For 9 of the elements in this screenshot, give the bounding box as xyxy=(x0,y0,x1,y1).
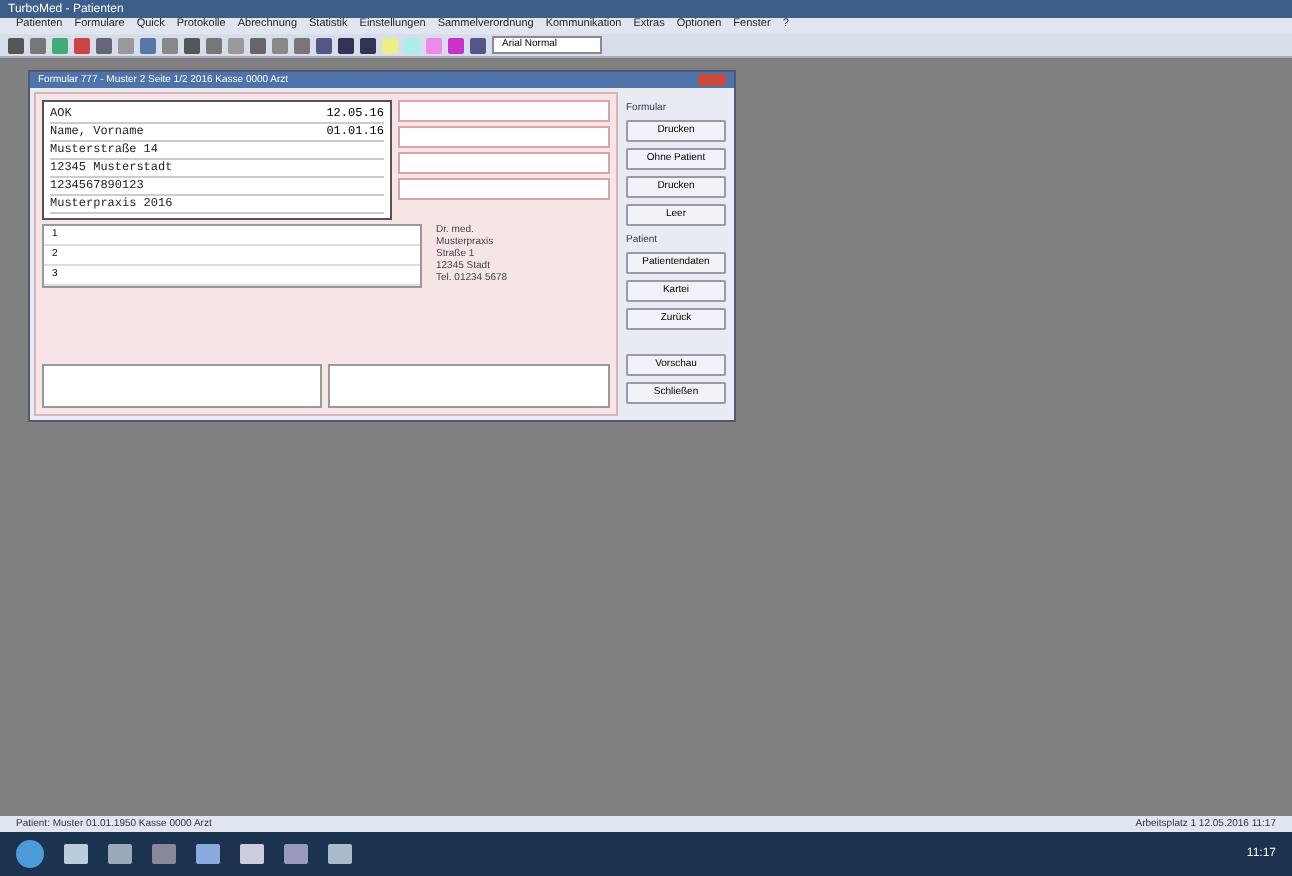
start-button[interactable] xyxy=(16,840,44,868)
form-field[interactable] xyxy=(398,100,610,122)
form-field[interactable] xyxy=(398,178,610,200)
taskbar-icon[interactable] xyxy=(240,844,264,864)
form-field[interactable] xyxy=(398,152,610,174)
form-field[interactable] xyxy=(398,126,610,148)
taskbar-icon[interactable] xyxy=(64,844,88,864)
notes-field[interactable] xyxy=(328,364,610,408)
signature-field[interactable] xyxy=(42,364,322,408)
